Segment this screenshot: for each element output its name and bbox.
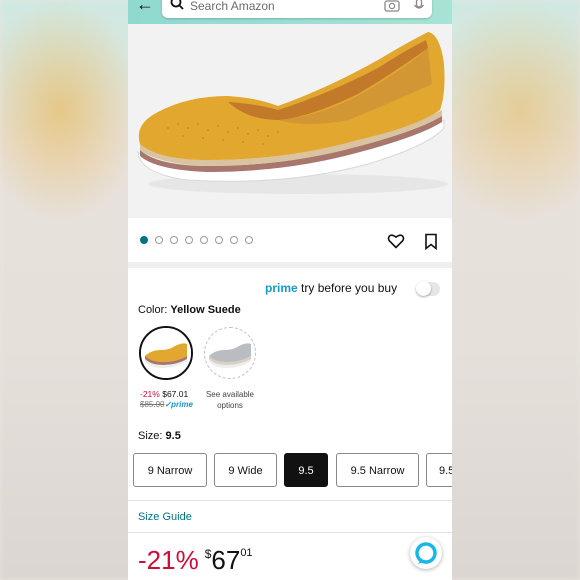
- gallery-dot[interactable]: [170, 236, 178, 244]
- gallery-dot[interactable]: [245, 236, 253, 244]
- color-label-text: Color:: [138, 304, 168, 316]
- size-option-9-5-wide[interactable]: 9.5: [426, 453, 452, 487]
- swatch-prime-badge: ✓prime: [164, 400, 193, 409]
- price-currency: $: [204, 547, 212, 561]
- swatch-sale-price: $67.01: [162, 389, 189, 399]
- image-pagination[interactable]: [140, 236, 253, 244]
- gallery-dot[interactable]: [200, 236, 208, 244]
- gallery-dot[interactable]: [230, 236, 238, 244]
- size-label: Size: 9.5: [138, 430, 181, 442]
- section-divider: [128, 532, 452, 533]
- back-arrow-icon[interactable]: ←: [136, 0, 154, 15]
- color-label: Color: Yellow Suede: [138, 304, 241, 316]
- price-discount: -21%: [138, 545, 199, 575]
- alexa-icon: [415, 542, 437, 564]
- prime-toggle[interactable]: [416, 281, 440, 296]
- gallery-dot[interactable]: [155, 236, 163, 244]
- section-divider: [128, 500, 452, 501]
- swatch-list-price: $85.00✓prime: [140, 400, 193, 409]
- swatch-price: -21% $67.01: [140, 389, 188, 399]
- swatch-see-options: See available options: [205, 390, 255, 410]
- swatch-shoe-yellow: [141, 328, 191, 378]
- search-input[interactable]: Search Amazon: [162, 0, 432, 18]
- bookmark-icon[interactable]: [424, 233, 438, 250]
- mic-icon[interactable]: [413, 0, 425, 12]
- camera-icon[interactable]: [384, 0, 400, 12]
- size-label-text: Size:: [138, 430, 163, 442]
- size-guide-link[interactable]: Size Guide: [138, 511, 192, 523]
- search-placeholder: Search Amazon: [190, 0, 275, 13]
- color-swatch-grey[interactable]: [204, 327, 256, 379]
- product-image[interactable]: [128, 24, 452, 218]
- alexa-button[interactable]: [410, 537, 442, 569]
- swatch-discount: -21%: [140, 389, 160, 399]
- color-swatch-yellow-suede[interactable]: [139, 326, 193, 380]
- swatch-strikethrough-price: $85.00: [140, 400, 165, 409]
- size-selected: 9.5: [165, 430, 181, 442]
- heart-icon[interactable]: [387, 233, 405, 249]
- prime-logo: prime: [265, 281, 298, 295]
- top-bar: ← Search Amazon: [128, 0, 452, 24]
- gallery-dot[interactable]: [185, 236, 193, 244]
- prime-try-before-you-buy: prime try before you buy: [265, 281, 397, 295]
- phone-screen: ← Search Amazon prime try before you buy…: [128, 0, 452, 580]
- prime-label: try before you buy: [301, 281, 398, 295]
- size-option-9-5-narrow[interactable]: 9.5 Narrow: [336, 453, 419, 487]
- gallery-dot[interactable]: [140, 236, 148, 244]
- gallery-dot[interactable]: [215, 236, 223, 244]
- price-whole: 67: [211, 545, 241, 575]
- toggle-knob: [416, 281, 431, 296]
- shoe-image: [128, 24, 452, 218]
- swatch-shoe-grey: [205, 328, 255, 378]
- section-divider: [128, 262, 452, 268]
- color-selected: Yellow Suede: [170, 304, 241, 316]
- search-icon: [170, 0, 184, 10]
- price: -21% $6701: [138, 545, 253, 576]
- size-option-9-5[interactable]: 9.5: [284, 453, 328, 487]
- price-fraction: 01: [240, 547, 253, 559]
- size-option-9-narrow[interactable]: 9 Narrow: [133, 453, 207, 487]
- size-option-9-wide[interactable]: 9 Wide: [214, 453, 277, 487]
